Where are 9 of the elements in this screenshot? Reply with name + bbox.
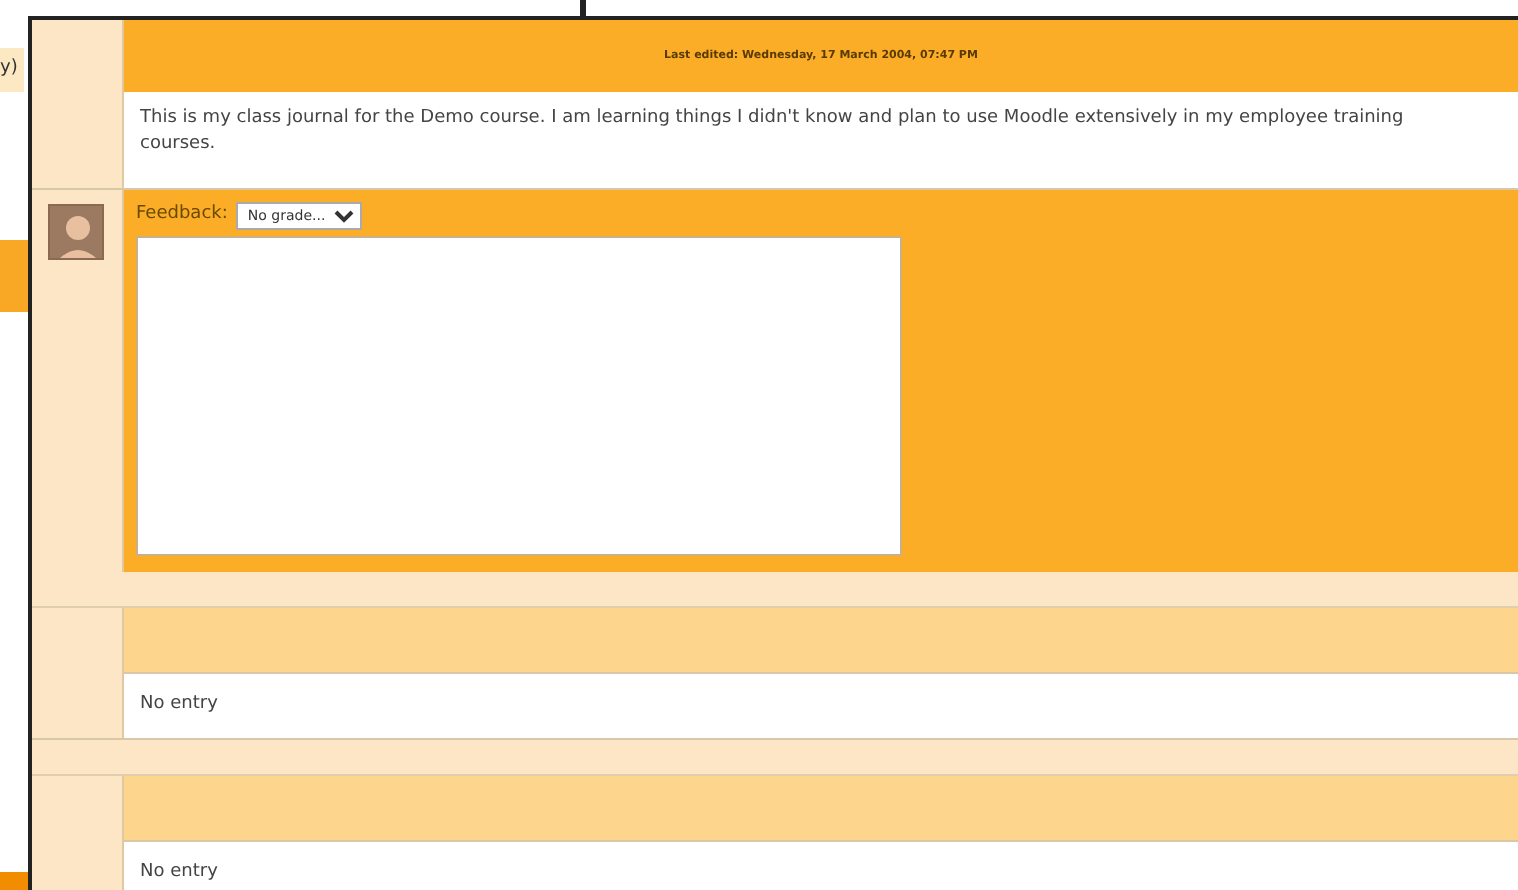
background-header-bar [0,240,28,312]
feedback-label: Feedback: [136,202,228,229]
background-header-bar [0,872,28,890]
no-entry-text: No entry [140,694,218,714]
avatar-icon [48,204,104,260]
text-fragment: y) [0,48,24,91]
feedback-textarea[interactable] [136,236,902,556]
no-entry-text: No entry [140,862,218,882]
journal-entry-text: This is my class journal for the Demo course. I am learning things I didn't know and plan to use Moodle extensively in my employee training courses. [124,92,1518,188]
